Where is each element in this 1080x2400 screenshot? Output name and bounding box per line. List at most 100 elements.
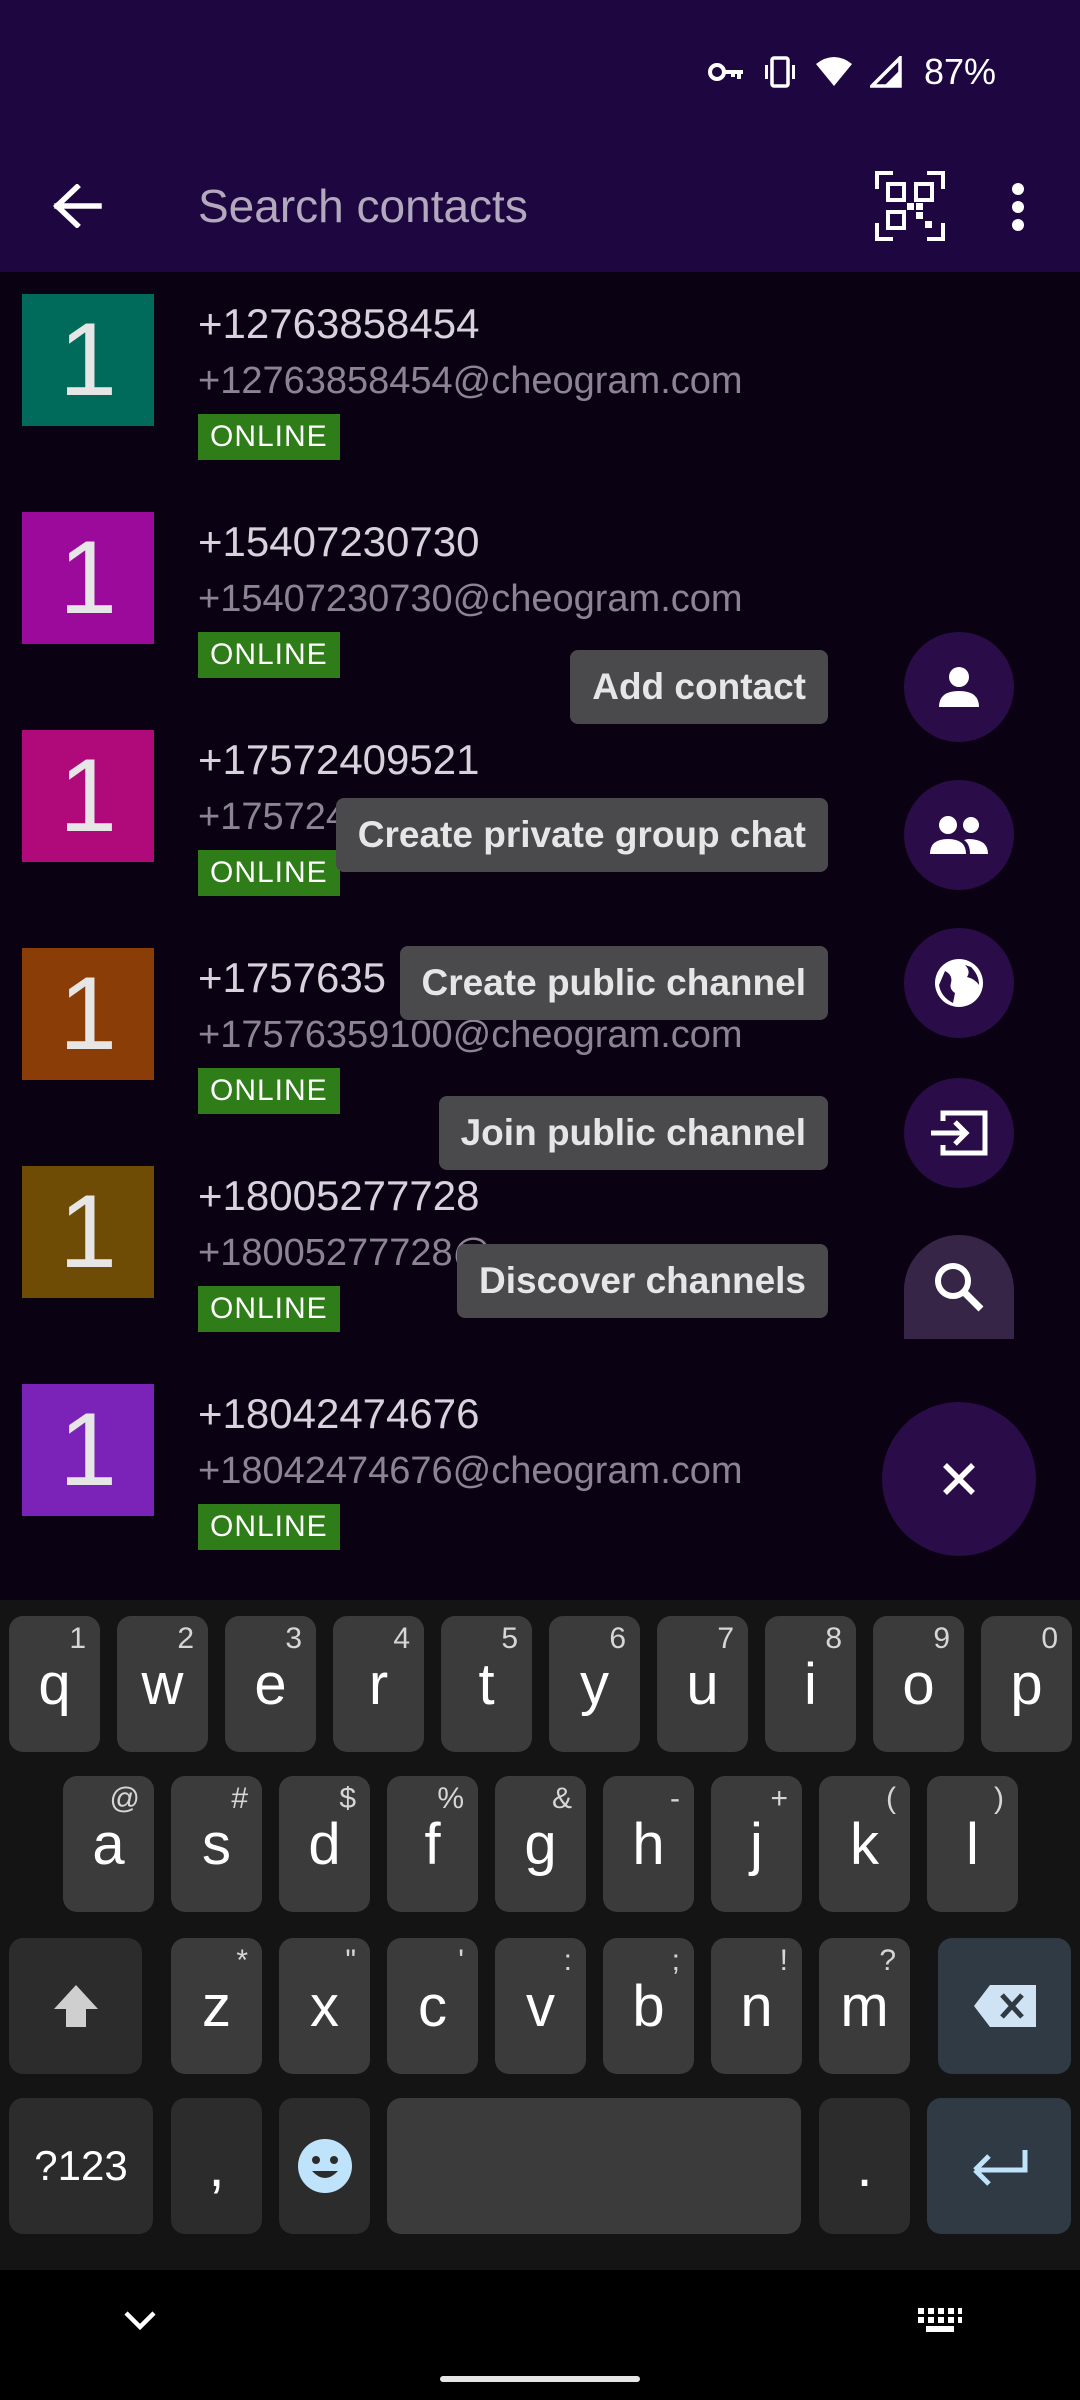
enter-key[interactable]	[927, 2098, 1071, 2234]
add-contact-label[interactable]: Add contact	[570, 650, 828, 724]
key-hint: @	[109, 1782, 140, 1815]
contact-name: +18042474676	[198, 1390, 480, 1437]
key-hint: 6	[609, 1622, 626, 1655]
key-e[interactable]: e3	[225, 1616, 316, 1752]
hide-keyboard-button[interactable]	[110, 2290, 170, 2350]
signal-icon	[869, 56, 902, 88]
key-label: k	[850, 1811, 879, 1877]
key-t[interactable]: t5	[441, 1616, 532, 1752]
key-hint: '	[458, 1944, 464, 1977]
key-hint: *	[236, 1944, 248, 1977]
key-label: d	[308, 1811, 341, 1877]
comma-key[interactable]: ,	[171, 2098, 262, 2234]
space-key[interactable]	[387, 2098, 801, 2234]
input-icon	[931, 1110, 988, 1156]
group-icon	[930, 816, 988, 854]
key-hint: ?	[879, 1944, 896, 1977]
avatar: 1	[22, 1166, 154, 1298]
home-indicator[interactable]	[440, 2376, 640, 2382]
key-label: g	[524, 1811, 557, 1877]
keyboard-switch-button[interactable]	[910, 2292, 970, 2348]
contact-jid: +12763858454@cheogram.com	[198, 360, 743, 402]
status-badge: ONLINE	[198, 1504, 340, 1550]
key-label: u	[686, 1651, 719, 1717]
status-badge: ONLINE	[198, 414, 340, 460]
key-hint: #	[231, 1782, 248, 1815]
key-p[interactable]: p0	[981, 1616, 1072, 1752]
shift-key[interactable]	[9, 1938, 142, 2074]
key-a[interactable]: a @	[63, 1776, 154, 1912]
search-icon	[935, 1263, 984, 1312]
key-s[interactable]: s #	[171, 1776, 262, 1912]
emoji-key[interactable]	[279, 2098, 370, 2234]
key-c[interactable]: c '	[387, 1938, 478, 2074]
key-n[interactable]: n!	[711, 1938, 802, 2074]
key-label: b	[632, 1973, 665, 2039]
key-label: j	[750, 1811, 763, 1877]
discover-channels-button-bg	[904, 1235, 1014, 1339]
status-icons: 87%	[707, 48, 996, 96]
key-hint: 1	[69, 1622, 86, 1655]
key-u[interactable]: u7	[657, 1616, 748, 1752]
join-public-channel-label[interactable]: Join public channel	[438, 1096, 828, 1170]
key-r[interactable]: r4	[333, 1616, 424, 1752]
key-z[interactable]: z *	[171, 1938, 262, 2074]
key-hint: 3	[285, 1622, 302, 1655]
key-i[interactable]: i8	[765, 1616, 856, 1752]
create-private-group-chat-label[interactable]: Create private group chat	[335, 798, 828, 872]
key-v[interactable]: v:	[495, 1938, 586, 2074]
key-l[interactable]: l)	[927, 1776, 1018, 1912]
qr-scan-button[interactable]	[862, 158, 958, 254]
key-h[interactable]: h-	[603, 1776, 694, 1912]
period-key[interactable]: .	[819, 2098, 910, 2234]
avatar: 1	[22, 948, 154, 1080]
vibrate-icon	[764, 56, 795, 88]
shift-icon	[53, 1985, 98, 2027]
key-o[interactable]: o9	[873, 1616, 964, 1752]
key-label: l	[966, 1811, 979, 1877]
discover-channels-label[interactable]: Discover channels	[457, 1244, 828, 1318]
status-bar: 87%	[0, 0, 1080, 140]
discover-channels-button[interactable]	[904, 1232, 1014, 1342]
symbols-key[interactable]: ?123	[9, 2098, 153, 2234]
key-x[interactable]: x "	[279, 1938, 370, 2074]
key-d[interactable]: d $	[279, 1776, 370, 1912]
key-y[interactable]: y6	[549, 1616, 640, 1752]
key-label: c	[418, 1973, 447, 2039]
create-private-group-chat-button[interactable]	[904, 780, 1014, 890]
contact-item[interactable]: 1 +12763858454 +12763858454@cheogram.com…	[0, 272, 1080, 490]
back-button[interactable]	[36, 164, 120, 248]
key-g[interactable]: g &	[495, 1776, 586, 1912]
join-public-channel-button[interactable]	[904, 1078, 1014, 1188]
key-b[interactable]: b;	[603, 1938, 694, 2074]
key-k[interactable]: k(	[819, 1776, 910, 1912]
key-hint: +	[770, 1782, 788, 1815]
search-input[interactable]	[198, 162, 838, 250]
vpn-key-icon	[707, 63, 743, 81]
key-label: p	[1010, 1651, 1043, 1717]
key-hint: 5	[501, 1622, 518, 1655]
navigation-bar	[0, 2270, 1080, 2400]
backspace-key[interactable]	[938, 1938, 1071, 2074]
key-hint: 8	[825, 1622, 842, 1655]
add-contact-button[interactable]	[904, 632, 1014, 742]
key-m[interactable]: m?	[819, 1938, 910, 2074]
key-f[interactable]: f%	[387, 1776, 478, 1912]
close-speed-dial-button[interactable]	[882, 1402, 1036, 1556]
create-public-channel-button[interactable]	[904, 928, 1014, 1038]
key-hint: %	[437, 1782, 464, 1815]
key-hint: 0	[1041, 1622, 1058, 1655]
key-q[interactable]: q1	[9, 1616, 100, 1752]
key-hint: )	[994, 1782, 1004, 1815]
key-label: v	[526, 1973, 555, 2039]
key-hint: (	[886, 1782, 896, 1815]
contact-name: +1757635	[198, 954, 387, 1001]
create-public-channel-label[interactable]: Create public channel	[399, 946, 828, 1020]
key-label: f	[424, 1811, 441, 1877]
key-label: x	[310, 1973, 339, 2039]
key-w[interactable]: w2	[117, 1616, 208, 1752]
emoji-icon	[297, 2139, 352, 2193]
more-options-button[interactable]	[988, 162, 1048, 252]
top-bar: 87%	[0, 0, 1080, 272]
key-j[interactable]: j +	[711, 1776, 802, 1912]
